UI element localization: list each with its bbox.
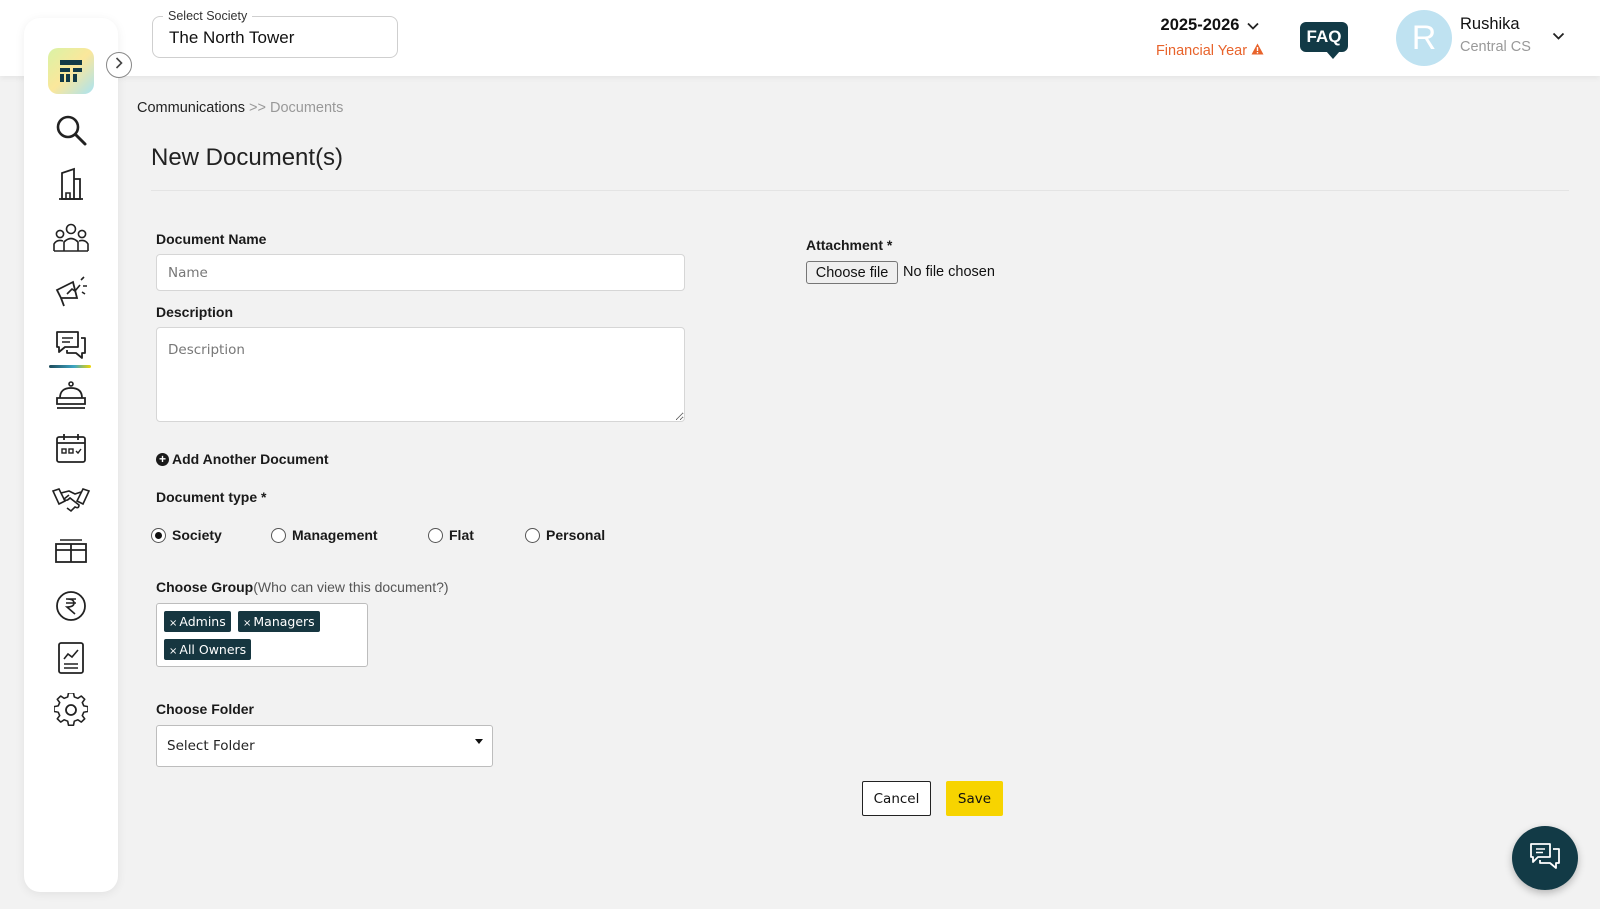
chat-bubbles-icon	[1528, 841, 1562, 876]
financial-year-selector[interactable]: 2025-2026 Financial Year	[1140, 16, 1280, 60]
remove-tag-icon[interactable]: ×	[169, 646, 177, 657]
top-bar: Select Society The North Tower 2025-2026…	[0, 0, 1600, 76]
radio-management-dot[interactable]	[271, 527, 286, 543]
attachment-label: Attachment *	[806, 237, 893, 253]
remove-tag-icon[interactable]: ×	[243, 618, 251, 629]
group-tag-admins: × Admins	[164, 611, 231, 632]
radio-flat-label: Flat	[449, 527, 474, 543]
choose-group-label: Choose Group(Who can view this document?…	[156, 579, 449, 595]
breadcrumb-communications[interactable]: Communications	[137, 100, 245, 116]
people-icon[interactable]	[51, 218, 91, 258]
sidebar	[24, 18, 118, 892]
breadcrumb-separator: >>	[249, 100, 266, 116]
society-selector[interactable]: Select Society The North Tower	[152, 9, 398, 58]
radio-society[interactable]: Society	[151, 527, 222, 543]
active-nav-indicator	[49, 365, 91, 368]
chat-support-button[interactable]	[1512, 826, 1578, 890]
page-title: New Document(s)	[151, 144, 344, 171]
search-icon[interactable]	[51, 110, 91, 150]
choose-folder-label: Choose Folder	[156, 701, 255, 717]
document-name-input[interactable]	[156, 254, 685, 291]
radio-flat-dot[interactable]	[428, 527, 443, 543]
report-icon[interactable]	[51, 638, 91, 678]
financial-year-label: Financial Year	[1155, 43, 1248, 59]
document-name-label: Document Name	[156, 231, 267, 247]
file-status: No file chosen	[903, 264, 995, 280]
chevron-right-icon	[115, 56, 123, 74]
radio-management-label: Management	[292, 527, 378, 543]
society-selector-value: The North Tower	[169, 28, 295, 47]
society-selector-label: Select Society	[163, 9, 253, 23]
folder-select-value: Select Folder	[167, 738, 255, 754]
document-type-label: Document type *	[156, 489, 267, 505]
radio-flat[interactable]: Flat	[428, 527, 474, 543]
add-another-document-button[interactable]: + Add Another Document	[156, 451, 329, 467]
description-label: Description	[156, 304, 234, 320]
remove-tag-icon[interactable]: ×	[169, 618, 177, 629]
sidebar-collapse-button[interactable]	[106, 52, 132, 78]
breadcrumb-documents: Documents	[270, 100, 344, 116]
group-tag-all-owners: × All Owners	[164, 639, 252, 660]
building-icon[interactable]	[51, 164, 91, 204]
chevron-down-icon[interactable]	[1247, 16, 1260, 35]
chat-icon[interactable]	[51, 324, 91, 364]
financial-year-value: 2025-2026	[1160, 16, 1240, 34]
cancel-button[interactable]: Cancel	[862, 781, 931, 816]
gear-icon[interactable]	[51, 690, 91, 730]
box-icon[interactable]	[51, 532, 91, 572]
breadcrumb: Communications >> Documents	[137, 100, 343, 116]
radio-personal-dot[interactable]	[525, 527, 540, 543]
faq-button[interactable]: FAQ	[1300, 22, 1348, 59]
folder-select[interactable]: Select Folder	[156, 725, 493, 767]
handshake-icon[interactable]	[51, 480, 91, 520]
group-tag-managers: × Managers	[238, 611, 320, 632]
user-menu-chevron-down-icon[interactable]	[1552, 28, 1565, 46]
avatar[interactable]: R	[1396, 10, 1452, 66]
user-role: Central CS	[1460, 39, 1531, 55]
radio-personal[interactable]: Personal	[525, 527, 605, 543]
app-logo[interactable]	[48, 48, 94, 94]
caret-down-icon	[475, 739, 483, 744]
group-multiselect[interactable]: × Admins × Managers × All Owners	[156, 603, 368, 667]
radio-society-dot[interactable]	[151, 527, 166, 543]
radio-management[interactable]: Management	[271, 527, 378, 543]
service-bell-icon[interactable]	[51, 376, 91, 416]
user-name[interactable]: Rushika	[1460, 15, 1520, 34]
rupee-icon[interactable]	[51, 586, 91, 626]
choose-file-button[interactable]: Choose file	[806, 261, 898, 284]
radio-personal-label: Personal	[546, 527, 606, 543]
megaphone-icon[interactable]	[51, 272, 91, 312]
description-textarea[interactable]	[156, 327, 685, 422]
calendar-icon[interactable]	[51, 428, 91, 468]
divider	[151, 190, 1569, 191]
save-button[interactable]: Save	[946, 781, 1003, 816]
choose-group-hint: (Who can view this document?)	[253, 579, 449, 595]
radio-society-label: Society	[172, 527, 222, 543]
plus-circle-icon: +	[156, 452, 169, 466]
warning-icon	[1251, 43, 1264, 59]
add-another-document-label: Add Another Document	[172, 451, 329, 467]
